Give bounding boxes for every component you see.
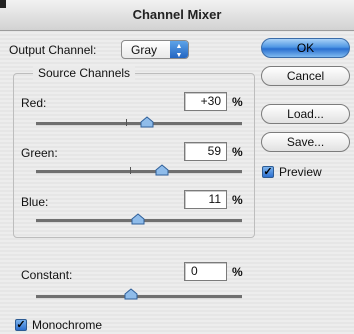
blue-input[interactable]: 11	[184, 190, 227, 209]
constant-label: Constant:	[21, 268, 73, 282]
green-label: Green:	[21, 146, 58, 160]
constant-slider-track[interactable]	[36, 295, 242, 299]
popup-arrows-icon: ▲ ▼	[170, 41, 188, 59]
red-unit: %	[232, 95, 243, 109]
green-slider-thumb[interactable]	[155, 164, 169, 176]
red-input[interactable]: +30	[184, 92, 227, 111]
monochrome-checkbox[interactable]: ✓	[15, 319, 27, 331]
green-input[interactable]: 59	[184, 142, 227, 161]
green-unit: %	[232, 145, 243, 159]
red-label: Red:	[21, 96, 47, 110]
output-channel-select[interactable]: Gray ▲ ▼	[121, 40, 189, 59]
output-channel-label: Output Channel:	[9, 43, 97, 57]
channel-mixer-dialog: Channel Mixer Output Channel: Gray ▲ ▼ So…	[0, 0, 354, 334]
blue-unit: %	[232, 193, 243, 207]
ok-button[interactable]: OK	[261, 38, 350, 58]
load-button[interactable]: Load...	[261, 104, 350, 124]
constant-unit: %	[232, 265, 243, 279]
save-button[interactable]: Save...	[261, 132, 350, 152]
constant-slider-thumb[interactable]	[124, 288, 138, 300]
red-slider-thumb[interactable]	[140, 116, 154, 128]
blue-slider-thumb[interactable]	[131, 213, 145, 225]
output-channel-value: Gray	[131, 43, 158, 57]
green-slider-center-tick	[130, 167, 131, 174]
preview-label: Preview	[279, 165, 322, 179]
red-slider-center-tick	[126, 119, 127, 126]
cancel-button[interactable]: Cancel	[261, 66, 350, 86]
green-slider-track[interactable]	[36, 170, 242, 174]
title-corner-mark	[0, 0, 6, 8]
monochrome-label: Monochrome	[32, 318, 103, 332]
preview-checkbox[interactable]: ✓	[262, 166, 274, 178]
red-slider-track[interactable]	[36, 122, 242, 126]
source-channels-title: Source Channels	[33, 66, 136, 80]
dialog-title: Channel Mixer	[132, 7, 222, 22]
title-bar: Channel Mixer	[0, 0, 354, 31]
blue-label: Blue:	[21, 195, 49, 209]
constant-input[interactable]: 0	[184, 262, 227, 281]
